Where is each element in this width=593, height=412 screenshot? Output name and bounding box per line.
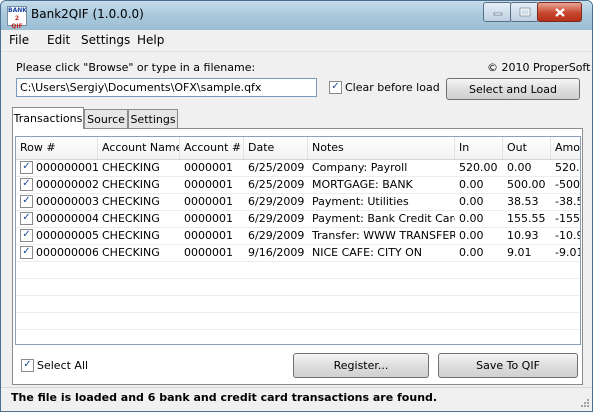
table-row[interactable]: ✓ 000000006 CHECKING 0000001 9/16/2009 N…	[16, 244, 581, 262]
account-number: 0000001	[184, 195, 233, 208]
menu-help[interactable]: Help	[137, 33, 164, 47]
select-all-checkbox[interactable]: ✓	[21, 359, 34, 372]
filename-prompt: Please click "Browse" or type in a filen…	[16, 61, 256, 74]
column-header-out[interactable]: Out	[503, 137, 551, 159]
amount-out: 500.00	[507, 178, 546, 191]
minimize-button[interactable]	[483, 2, 512, 22]
table-row[interactable]: ✓ 000000004 CHECKING 0000001 6/29/2009 P…	[16, 210, 581, 228]
maximize-icon	[519, 7, 530, 17]
copyright-text: © 2010 ProperSoft	[487, 61, 591, 74]
notes: Payment: Utilities	[312, 195, 409, 208]
close-icon	[554, 7, 565, 17]
amount-out: 9.01	[507, 246, 532, 259]
filename-input[interactable]: C:\Users\Sergiy\Documents\OFX\sample.qfx	[16, 78, 317, 97]
amount: -155.	[555, 212, 581, 225]
amount: -38.5	[555, 195, 581, 208]
close-button[interactable]	[537, 2, 582, 22]
title-bar[interactable]: BANK 2 QIF Bank2QIF (1.0.0.0)	[1, 1, 592, 30]
row-number: 000000003	[36, 195, 98, 208]
resize-grip-icon[interactable]	[580, 398, 590, 408]
save-to-qif-button[interactable]: Save To QIF	[438, 353, 578, 378]
table-row-empty	[16, 312, 580, 330]
notes: MORTGAGE: BANK	[312, 178, 413, 191]
account-number: 0000001	[184, 229, 233, 242]
account-name: CHECKING	[102, 212, 160, 225]
amount-out: 155.55	[507, 212, 546, 225]
amount-in: 0.00	[459, 229, 484, 242]
amount-out: 0.00	[507, 161, 532, 174]
column-header-date[interactable]: Date	[244, 137, 308, 159]
table-row[interactable]: ✓ 000000002 CHECKING 0000001 6/25/2009 M…	[16, 176, 581, 194]
table-header: Row # Account Name Account # Date Notes …	[16, 137, 580, 160]
amount-in: 0.00	[459, 246, 484, 259]
column-header-row-num[interactable]: Row #	[16, 137, 98, 159]
clear-before-load-label: Clear before load	[345, 81, 440, 94]
table-row-empty	[16, 261, 580, 279]
column-header-in[interactable]: In	[455, 137, 503, 159]
bank2qif-logo-icon: BANK 2 QIF	[7, 6, 27, 30]
account-number: 0000001	[184, 178, 233, 191]
account-number: 0000001	[184, 246, 233, 259]
transactions-table[interactable]: Row # Account Name Account # Date Notes …	[15, 136, 581, 345]
account-number: 0000001	[184, 161, 233, 174]
amount-in: 0.00	[459, 195, 484, 208]
date: 6/29/2009	[248, 212, 305, 225]
amount-in: 520.00	[459, 161, 498, 174]
row-number: 000000005	[36, 229, 98, 242]
row-number: 000000002	[36, 178, 98, 191]
app-window: BANK 2 QIF Bank2QIF (1.0.0.0) File Edit Se…	[0, 0, 593, 412]
menu-file[interactable]: File	[9, 33, 29, 47]
amount-in: 0.00	[459, 178, 484, 191]
date: 6/25/2009	[248, 178, 305, 191]
maximize-button[interactable]	[510, 2, 539, 22]
table-row[interactable]: ✓ 000000005 CHECKING 0000001 6/29/2009 T…	[16, 227, 581, 245]
amount: -9.01	[555, 246, 581, 259]
select-all-label: Select All	[37, 359, 89, 372]
table-row-empty	[16, 295, 580, 313]
table-row[interactable]: ✓ 000000001 CHECKING 0000001 6/25/2009 C…	[16, 159, 580, 177]
tab-transactions[interactable]: Transactions	[12, 107, 84, 129]
notes: Company: Payroll	[312, 161, 408, 174]
account-name: CHECKING	[102, 246, 160, 259]
menu-edit[interactable]: Edit	[47, 33, 70, 47]
status-text: The file is loaded and 6 bank and credit…	[11, 391, 438, 404]
notes: NICE CAFE: CITY ON	[312, 246, 423, 259]
amount-out: 38.53	[507, 195, 539, 208]
register-button[interactable]: Register...	[293, 353, 429, 378]
amount-in: 0.00	[459, 212, 484, 225]
amount: 520.0	[555, 161, 580, 174]
table-row[interactable]: ✓ 000000003 CHECKING 0000001 6/29/2009 P…	[16, 193, 581, 211]
column-header-account-num[interactable]: Account #	[180, 137, 244, 159]
minimize-icon	[493, 12, 502, 16]
column-header-notes[interactable]: Notes	[308, 137, 455, 159]
tab-settings[interactable]: Settings	[128, 109, 178, 128]
column-header-amount[interactable]: Amou	[551, 137, 580, 159]
clear-before-load-checkbox[interactable]: ✓	[329, 81, 342, 94]
row-number: 000000004	[36, 212, 98, 225]
account-number: 0000001	[184, 212, 233, 225]
notes: Payment: Bank Credit Card	[312, 212, 455, 225]
account-name: CHECKING	[102, 229, 160, 242]
column-header-account-name[interactable]: Account Name	[98, 137, 180, 159]
status-bar: The file is loaded and 6 bank and credit…	[1, 387, 592, 410]
select-and-load-button[interactable]: Select and Load	[446, 78, 580, 100]
amount: -10.9	[555, 229, 581, 242]
date: 6/25/2009	[248, 161, 305, 174]
amount-out: 10.93	[507, 229, 539, 242]
account-name: CHECKING	[102, 178, 160, 191]
account-name: CHECKING	[102, 195, 160, 208]
tab-source[interactable]: Source	[84, 109, 128, 128]
row-number: 000000006	[36, 246, 98, 259]
row-number: 000000001	[36, 161, 98, 174]
date: 6/29/2009	[248, 195, 305, 208]
date: 9/16/2009	[248, 246, 305, 259]
amount: -500.	[555, 178, 581, 191]
menu-settings[interactable]: Settings	[81, 33, 130, 47]
date: 6/29/2009	[248, 229, 305, 242]
account-name: CHECKING	[102, 161, 160, 174]
window-title: Bank2QIF (1.0.0.0)	[31, 7, 144, 21]
menu-bar: File Edit Settings Help	[1, 30, 592, 52]
notes: Transfer: WWW TRANSFER	[312, 229, 455, 242]
table-row-empty	[16, 278, 580, 296]
